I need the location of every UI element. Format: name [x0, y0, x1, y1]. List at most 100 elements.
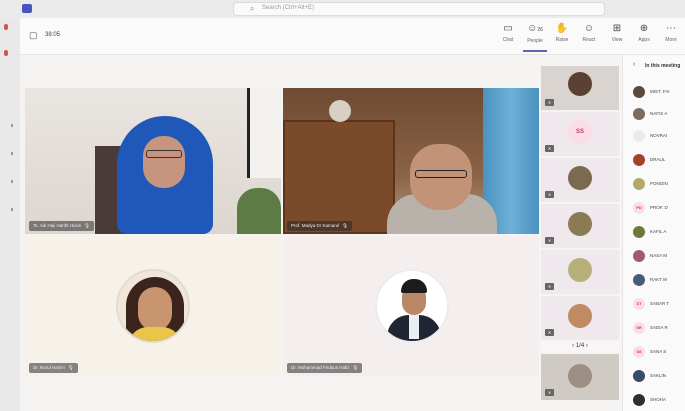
back-chevron-icon[interactable]: ‹ — [633, 61, 635, 68]
rail-item[interactable] — [11, 152, 13, 155]
chat-icon: ▭ — [503, 23, 513, 34]
participant-row[interactable]: NOVRAI — [633, 129, 685, 143]
rail-item[interactable] — [11, 180, 13, 183]
rail-item[interactable] — [11, 124, 13, 127]
participant-row[interactable]: SHOHA — [633, 393, 685, 407]
view-icon: ⊞ — [612, 23, 622, 34]
participant-glasses — [146, 150, 182, 158]
participant-initials: SS — [568, 120, 592, 144]
avatar: SR — [633, 322, 645, 334]
mini-video-tile[interactable]: SS ✕ — [541, 112, 619, 156]
raise-hand-button[interactable]: ✋ Raise — [550, 22, 574, 52]
avatar — [633, 394, 645, 406]
participants-panel: ‹ In this meeting MIST. FAI NAFIS A NOVR… — [622, 55, 685, 411]
strip-pager[interactable]: ‹ 1/4 › — [541, 340, 619, 352]
chat-button[interactable]: ▭ Chat — [496, 22, 520, 52]
search-placeholder: Search (Ctrl+Alt+E) — [262, 5, 315, 11]
title-bar: ⌕ Search (Ctrl+Alt+E) — [0, 0, 685, 18]
avatar — [633, 250, 645, 262]
mic-off-icon: 🎙 — [68, 365, 74, 370]
participant-avatar — [568, 72, 592, 96]
participant-row[interactable]: PD PROF. D — [633, 201, 685, 215]
react-button[interactable]: ☺ React — [577, 22, 601, 52]
participant-avatar — [568, 364, 592, 388]
avatar: ST — [633, 298, 645, 310]
avatar — [633, 226, 645, 238]
people-icon: ☺26 — [527, 23, 543, 34]
mini-video-tile[interactable]: ✕ — [541, 66, 619, 110]
avatar — [633, 130, 645, 142]
background-plant — [237, 188, 281, 234]
video-tile[interactable]: Dr. Nurul Hanim 🎙 — [25, 236, 281, 376]
participant-avatar — [568, 212, 592, 236]
participant-row[interactable]: MIST. FAI — [633, 85, 685, 99]
people-button[interactable]: ☺26 People — [523, 22, 547, 52]
pager-next-icon[interactable]: › — [584, 343, 588, 349]
mini-video-tile[interactable]: ✕ — [541, 250, 619, 294]
participant-row[interactable]: NAFIS A — [633, 107, 685, 121]
more-button[interactable]: ⋯ More — [659, 22, 683, 52]
participant-row[interactable]: KAFIL A — [633, 225, 685, 239]
mic-off-icon: ✕ — [545, 389, 554, 396]
avatar — [633, 178, 645, 190]
meeting-timer: 38:05 — [45, 32, 61, 38]
mic-icon: 🎙 — [84, 223, 90, 228]
participant-avatar — [568, 304, 592, 328]
participant-row[interactable]: SR SADIA R — [633, 321, 685, 335]
participant-row[interactable]: RAKT M — [633, 273, 685, 287]
participant-row[interactable]: SAKLIN — [633, 369, 685, 383]
avatar — [633, 370, 645, 382]
participant-name-tag: Ts. Adi Haji Harith Husin 🎙 — [29, 221, 94, 231]
participant-name-tag: Prof. Madya Dr Kamarul 🎙 — [287, 221, 352, 231]
participant-avatar — [568, 258, 592, 282]
more-icon: ⋯ — [666, 23, 676, 34]
notification-dot-icon — [4, 24, 8, 30]
meeting-header: ▢ 38:05 ▭ Chat ☺26 People ✋ Raise ☺ Reac… — [20, 18, 685, 55]
background-window — [247, 88, 281, 178]
avatar — [633, 86, 645, 98]
mic-off-icon: ✕ — [545, 145, 554, 152]
mic-icon: 🎙 — [342, 223, 348, 228]
mic-off-icon: ✕ — [545, 237, 554, 244]
raise-hand-icon: ✋ — [555, 23, 569, 34]
participant-glasses — [415, 170, 467, 178]
video-tile[interactable]: Ts. Adi Haji Harith Husin 🎙 — [25, 88, 281, 234]
participant-strip: ✕ SS ✕ ✕ ✕ ✕ ✕ ✕ — [541, 66, 619, 411]
apps-button[interactable]: ⊕ Apps — [632, 22, 656, 52]
view-button[interactable]: ⊞ View — [605, 22, 629, 52]
participant-avatar — [568, 166, 592, 190]
avatar — [633, 154, 645, 166]
avatar — [633, 274, 645, 286]
notification-dot-icon — [4, 50, 8, 56]
participant-row[interactable]: DRAUL — [633, 153, 685, 167]
background-lamp — [329, 100, 351, 122]
avatar — [633, 108, 645, 120]
avatar: PD — [633, 202, 645, 214]
participant-row[interactable]: ST SABAR T — [633, 297, 685, 311]
mic-off-icon: 🎙 — [352, 365, 359, 370]
mini-video-tile[interactable]: ✕ — [541, 204, 619, 248]
participant-name-tag: Dr. Nurul Hanim 🎙 — [29, 363, 78, 373]
participant-row[interactable]: PONGIN — [633, 177, 685, 191]
apps-icon: ⊕ — [639, 23, 649, 34]
participant-face — [143, 136, 185, 188]
mic-off-icon: ✕ — [545, 283, 554, 290]
participant-name-tag: Dr. Mohammad Firdaus Hafiz 🎙 — [287, 363, 363, 373]
mini-video-tile[interactable]: ✕ — [541, 158, 619, 202]
video-tile[interactable]: Prof. Madya Dr Kamarul 🎙 — [283, 88, 539, 234]
participant-avatar — [375, 269, 449, 343]
rail-item[interactable] — [11, 208, 13, 211]
participant-row[interactable]: NASA M — [633, 249, 685, 263]
search-input[interactable]: ⌕ Search (Ctrl+Alt+E) — [233, 2, 605, 16]
mini-video-tile[interactable]: ✕ — [541, 296, 619, 340]
mini-video-tile[interactable]: ✕ — [541, 354, 619, 400]
mic-off-icon: ✕ — [545, 329, 554, 336]
video-tile[interactable]: Dr. Mohammad Firdaus Hafiz 🎙 — [283, 236, 539, 376]
search-icon: ⌕ — [250, 4, 255, 13]
panel-title: In this meeting — [645, 63, 681, 69]
participant-row[interactable]: SS SANA S — [633, 345, 685, 359]
teams-logo-icon — [22, 4, 32, 13]
mic-off-icon: ✕ — [545, 99, 554, 106]
participant-avatar — [116, 269, 190, 343]
app-rail — [0, 18, 20, 411]
